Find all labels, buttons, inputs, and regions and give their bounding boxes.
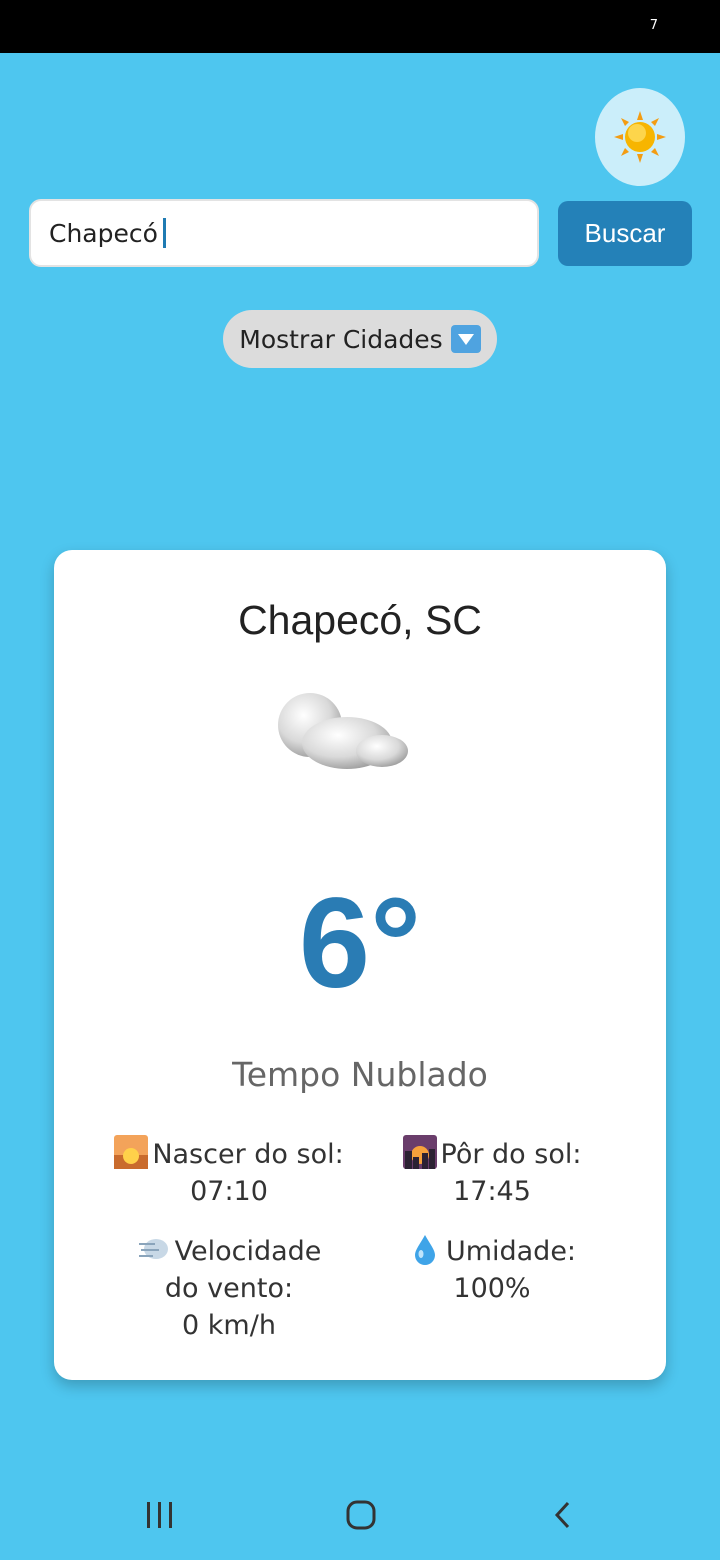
recent-apps-icon[interactable] bbox=[143, 1500, 177, 1530]
sunrise-time: 07:10 bbox=[190, 1176, 268, 1207]
weather-card: Chapecó, SC 6° Tempo Nublado Nascer do s… bbox=[54, 550, 666, 1380]
sunrise-icon bbox=[114, 1135, 149, 1169]
theme-toggle-button[interactable] bbox=[595, 88, 685, 186]
humidity-detail: Umidade: 100% bbox=[357, 1232, 627, 1307]
sunset-icon bbox=[402, 1135, 437, 1169]
humidity-value: 100% bbox=[453, 1273, 531, 1304]
chevron-down-icon bbox=[450, 325, 481, 353]
wind-label-line1: Velocidade bbox=[174, 1236, 322, 1267]
cloud-icon bbox=[278, 693, 408, 769]
home-icon[interactable] bbox=[344, 1498, 378, 1532]
sunset-time: 17:45 bbox=[453, 1176, 531, 1207]
sunrise-label: Nascer do sol: bbox=[152, 1139, 344, 1170]
weather-condition: Tempo Nublado bbox=[232, 1055, 488, 1094]
humidity-label: Umidade: bbox=[445, 1236, 577, 1267]
navigation-bar bbox=[0, 1470, 720, 1560]
status-indicator: 7 bbox=[649, 18, 658, 33]
city-title: Chapecó, SC bbox=[238, 597, 482, 643]
wind-label-line2: do vento: bbox=[164, 1273, 294, 1304]
search-input-value: Chapecó bbox=[49, 218, 158, 248]
sunset-label: Pôr do sol: bbox=[440, 1139, 582, 1170]
sunrise-detail: Nascer do sol: 07:10 bbox=[94, 1135, 364, 1210]
wind-detail: Velocidade do vento: 0 km/h bbox=[94, 1232, 364, 1344]
search-button[interactable]: Buscar bbox=[558, 201, 692, 266]
status-bar: 7 bbox=[0, 0, 720, 53]
text-cursor bbox=[162, 218, 166, 248]
temperature: 6° bbox=[298, 872, 422, 1015]
search-input[interactable]: Chapecó bbox=[29, 199, 539, 267]
show-cities-button[interactable]: Mostrar Cidades bbox=[223, 310, 497, 368]
droplet-icon bbox=[414, 1235, 435, 1265]
show-cities-label: Mostrar Cidades bbox=[239, 324, 443, 354]
sun-icon bbox=[614, 111, 666, 163]
wind-value: 0 km/h bbox=[182, 1310, 276, 1341]
wind-icon bbox=[138, 1239, 168, 1259]
back-icon[interactable] bbox=[550, 1500, 576, 1530]
sunset-detail: Pôr do sol: 17:45 bbox=[357, 1135, 627, 1210]
